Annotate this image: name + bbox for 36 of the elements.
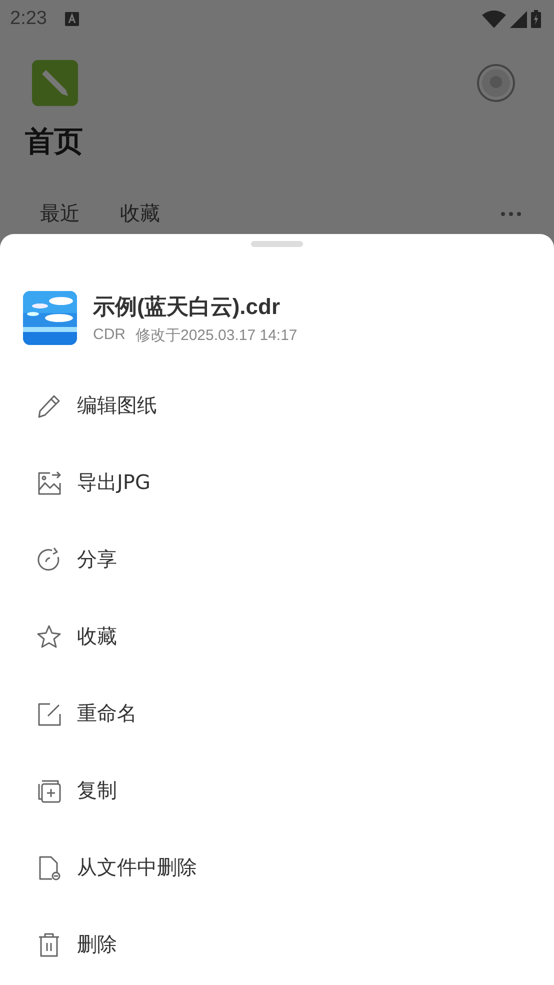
menu-item[interactable]: 复制	[0, 752, 554, 829]
menu-item[interactable]: 编辑图纸	[0, 367, 554, 444]
menu-item-label: 删除	[77, 931, 117, 958]
file-name: 示例(蓝天白云).cdr	[93, 292, 281, 321]
more-icon[interactable]	[500, 210, 522, 216]
notification-icon	[64, 12, 79, 26]
battery-icon	[531, 10, 541, 28]
menu-item[interactable]: 从文件中删除	[0, 829, 554, 906]
file-modified: 修改于2025.03.17 14:17	[136, 326, 298, 344]
support-icon[interactable]	[476, 63, 516, 103]
menu-item[interactable]: 删除	[0, 906, 554, 983]
wifi-icon	[482, 10, 506, 28]
pencil-icon	[36, 392, 62, 418]
menu-item-label: 分享	[77, 546, 117, 573]
drag-handle[interactable]	[251, 241, 303, 247]
star-icon	[36, 624, 62, 650]
app-logo-icon	[32, 60, 78, 106]
menu-item[interactable]: 导出JPG	[0, 444, 554, 521]
copy-icon	[36, 778, 62, 804]
image-export-icon	[36, 470, 62, 496]
file-type: CDR	[93, 326, 126, 344]
page-title: 首页	[24, 123, 84, 160]
menu-item-label: 导出JPG	[77, 469, 150, 496]
menu-item[interactable]: 分享	[0, 521, 554, 598]
menu-item-label: 从文件中删除	[77, 854, 197, 881]
trash-icon	[36, 932, 62, 958]
menu-item-label: 编辑图纸	[77, 392, 157, 419]
share-icon	[36, 546, 62, 572]
menu-item[interactable]: 重命名	[0, 675, 554, 752]
menu-item-label: 重命名	[77, 700, 137, 727]
rename-icon	[36, 700, 62, 726]
menu-item-label: 复制	[77, 777, 117, 804]
signal-icon	[510, 10, 527, 28]
menu-item[interactable]: 收藏	[0, 598, 554, 675]
menu-item-label: 收藏	[77, 623, 117, 650]
status-time: 2:23	[10, 8, 47, 30]
